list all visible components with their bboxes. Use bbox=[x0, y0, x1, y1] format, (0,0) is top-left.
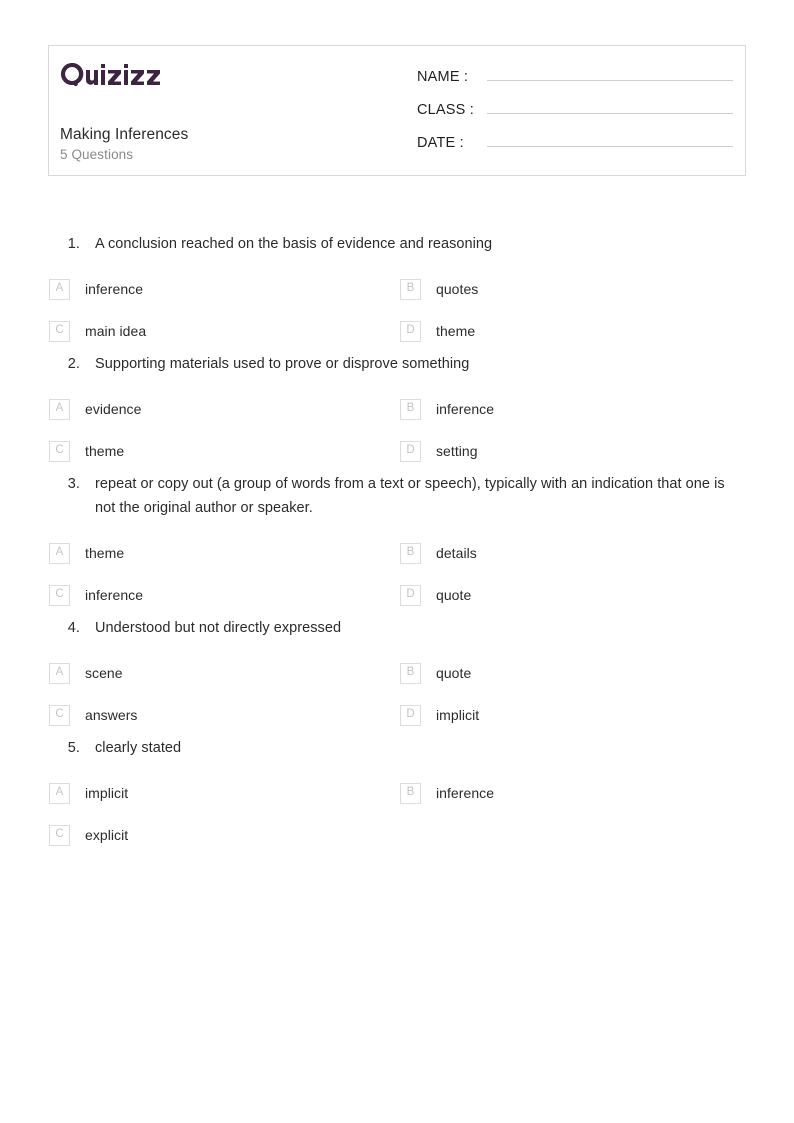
option-letter-box[interactable]: A bbox=[49, 662, 70, 684]
answer-option[interactable]: Aimplicit bbox=[49, 772, 399, 814]
option-text: theme bbox=[85, 443, 125, 459]
option-text: theme bbox=[436, 323, 476, 339]
name-field-label: NAME : bbox=[417, 69, 469, 85]
questions-list: 1. A conclusion reached on the basis of e… bbox=[0, 232, 794, 856]
option-text: implicit bbox=[436, 707, 480, 723]
question-header: 3. repeat or copy out (a group of words f… bbox=[0, 472, 794, 520]
answer-options: Ainference Bquotes Cmain idea Dtheme bbox=[0, 268, 794, 352]
quizizz-logo-icon bbox=[60, 62, 160, 87]
question-number: 2. bbox=[67, 356, 80, 372]
question-number: 3. bbox=[67, 476, 80, 492]
question-text: A conclusion reached on the basis of evi… bbox=[95, 236, 493, 252]
answer-options: Aevidence Binference Ctheme Dsetting bbox=[0, 388, 794, 472]
option-text: explicit bbox=[85, 827, 129, 843]
question-header: 4. Understood but not directly expressed bbox=[0, 616, 794, 640]
option-text: answers bbox=[85, 707, 138, 723]
answer-option[interactable]: Ctheme bbox=[49, 430, 399, 472]
option-text: quotes bbox=[436, 281, 479, 297]
option-text: inference bbox=[436, 401, 495, 417]
student-info-fields: NAME : CLASS : DATE : bbox=[409, 46, 745, 175]
question-header: 5. clearly stated bbox=[0, 736, 794, 760]
question-text: Supporting materials used to prove or di… bbox=[95, 356, 470, 372]
date-field-row: DATE : bbox=[417, 129, 733, 162]
option-letter-box[interactable]: A bbox=[49, 398, 70, 420]
option-letter-box[interactable]: A bbox=[49, 782, 70, 804]
question-block: 2. Supporting materials used to prove or … bbox=[0, 352, 794, 472]
option-letter-box[interactable]: C bbox=[49, 704, 70, 726]
option-letter-box[interactable]: D bbox=[400, 704, 421, 726]
question-header: 2. Supporting materials used to prove or … bbox=[0, 352, 794, 376]
option-letter-box[interactable]: B bbox=[400, 278, 421, 300]
class-input[interactable] bbox=[487, 96, 733, 114]
option-text: quote bbox=[436, 665, 472, 681]
worksheet-header-card: Making Inferences 5 Questions NAME : CLA… bbox=[48, 45, 746, 176]
question-block: 4. Understood but not directly expressed A… bbox=[0, 616, 794, 736]
answer-option[interactable]: Canswers bbox=[49, 694, 399, 736]
answer-option[interactable]: Ascene bbox=[49, 652, 399, 694]
answer-option[interactable]: Aevidence bbox=[49, 388, 399, 430]
option-letter-box[interactable]: C bbox=[49, 320, 70, 342]
option-letter-box[interactable]: B bbox=[400, 662, 421, 684]
option-letter-box[interactable]: D bbox=[400, 320, 421, 342]
question-count-label: 5 Questions bbox=[60, 147, 134, 162]
option-text: main idea bbox=[85, 323, 147, 339]
option-text: theme bbox=[85, 545, 125, 561]
answer-option[interactable]: Dsetting bbox=[399, 430, 749, 472]
question-block: 1. A conclusion reached on the basis of e… bbox=[0, 232, 794, 352]
option-text: setting bbox=[436, 443, 478, 459]
answer-option[interactable]: Dquote bbox=[399, 574, 749, 616]
option-text: evidence bbox=[85, 401, 142, 417]
option-letter-box[interactable]: D bbox=[400, 440, 421, 462]
name-field-row: NAME : bbox=[417, 63, 733, 96]
option-text: inference bbox=[85, 587, 144, 603]
option-letter-box[interactable]: B bbox=[400, 542, 421, 564]
answer-option[interactable]: Atheme bbox=[49, 532, 399, 574]
option-letter-box[interactable]: B bbox=[400, 398, 421, 420]
question-number: 5. bbox=[67, 740, 80, 756]
question-text: Understood but not directly expressed bbox=[95, 620, 342, 636]
answer-option[interactable]: Cexplicit bbox=[49, 814, 399, 856]
option-letter-box[interactable]: C bbox=[49, 440, 70, 462]
answer-option[interactable]: Binference bbox=[399, 388, 749, 430]
option-letter-box[interactable]: C bbox=[49, 824, 70, 846]
question-text: clearly stated bbox=[95, 740, 182, 756]
class-field-label: CLASS : bbox=[417, 102, 475, 118]
page-title: Making Inferences bbox=[60, 126, 189, 143]
option-text: details bbox=[436, 545, 477, 561]
quizizz-logo bbox=[60, 62, 409, 92]
option-letter-box[interactable]: A bbox=[49, 278, 70, 300]
option-letter-box[interactable]: A bbox=[49, 542, 70, 564]
answer-option[interactable]: Dtheme bbox=[399, 310, 749, 352]
answer-option[interactable]: Ainference bbox=[49, 268, 399, 310]
answer-option[interactable]: Bquote bbox=[399, 652, 749, 694]
header-left-panel: Making Inferences 5 Questions bbox=[49, 46, 409, 175]
option-letter-box[interactable]: C bbox=[49, 584, 70, 606]
answer-options: Atheme Bdetails Cinference Dquote bbox=[0, 532, 794, 616]
option-letter-box[interactable]: D bbox=[400, 584, 421, 606]
option-text: implicit bbox=[85, 785, 129, 801]
answer-option[interactable]: Bdetails bbox=[399, 532, 749, 574]
date-input[interactable] bbox=[487, 129, 733, 147]
option-text: inference bbox=[436, 785, 495, 801]
class-field-row: CLASS : bbox=[417, 96, 733, 129]
answer-options: Aimplicit Binference Cexplicit bbox=[0, 772, 794, 856]
option-text: inference bbox=[85, 281, 144, 297]
date-field-label: DATE : bbox=[417, 135, 464, 151]
answer-option[interactable]: Dimplicit bbox=[399, 694, 749, 736]
question-number: 1. bbox=[67, 236, 80, 252]
answer-option[interactable]: Binference bbox=[399, 772, 749, 814]
option-letter-box[interactable]: B bbox=[400, 782, 421, 804]
question-block: 5. clearly stated Aimplicit Binference Cexpl… bbox=[0, 736, 794, 856]
question-text: repeat or copy out (a group of words fro… bbox=[95, 476, 725, 516]
question-number: 4. bbox=[67, 620, 80, 636]
option-text: quote bbox=[436, 587, 472, 603]
question-block: 3. repeat or copy out (a group of words f… bbox=[0, 472, 794, 616]
option-text: scene bbox=[85, 665, 123, 681]
question-header: 1. A conclusion reached on the basis of e… bbox=[0, 232, 794, 256]
answer-option[interactable]: Cmain idea bbox=[49, 310, 399, 352]
answer-options: Ascene Bquote Canswers Dimplicit bbox=[0, 652, 794, 736]
answer-option[interactable]: Cinference bbox=[49, 574, 399, 616]
name-input[interactable] bbox=[487, 63, 733, 81]
answer-option[interactable]: Bquotes bbox=[399, 268, 749, 310]
